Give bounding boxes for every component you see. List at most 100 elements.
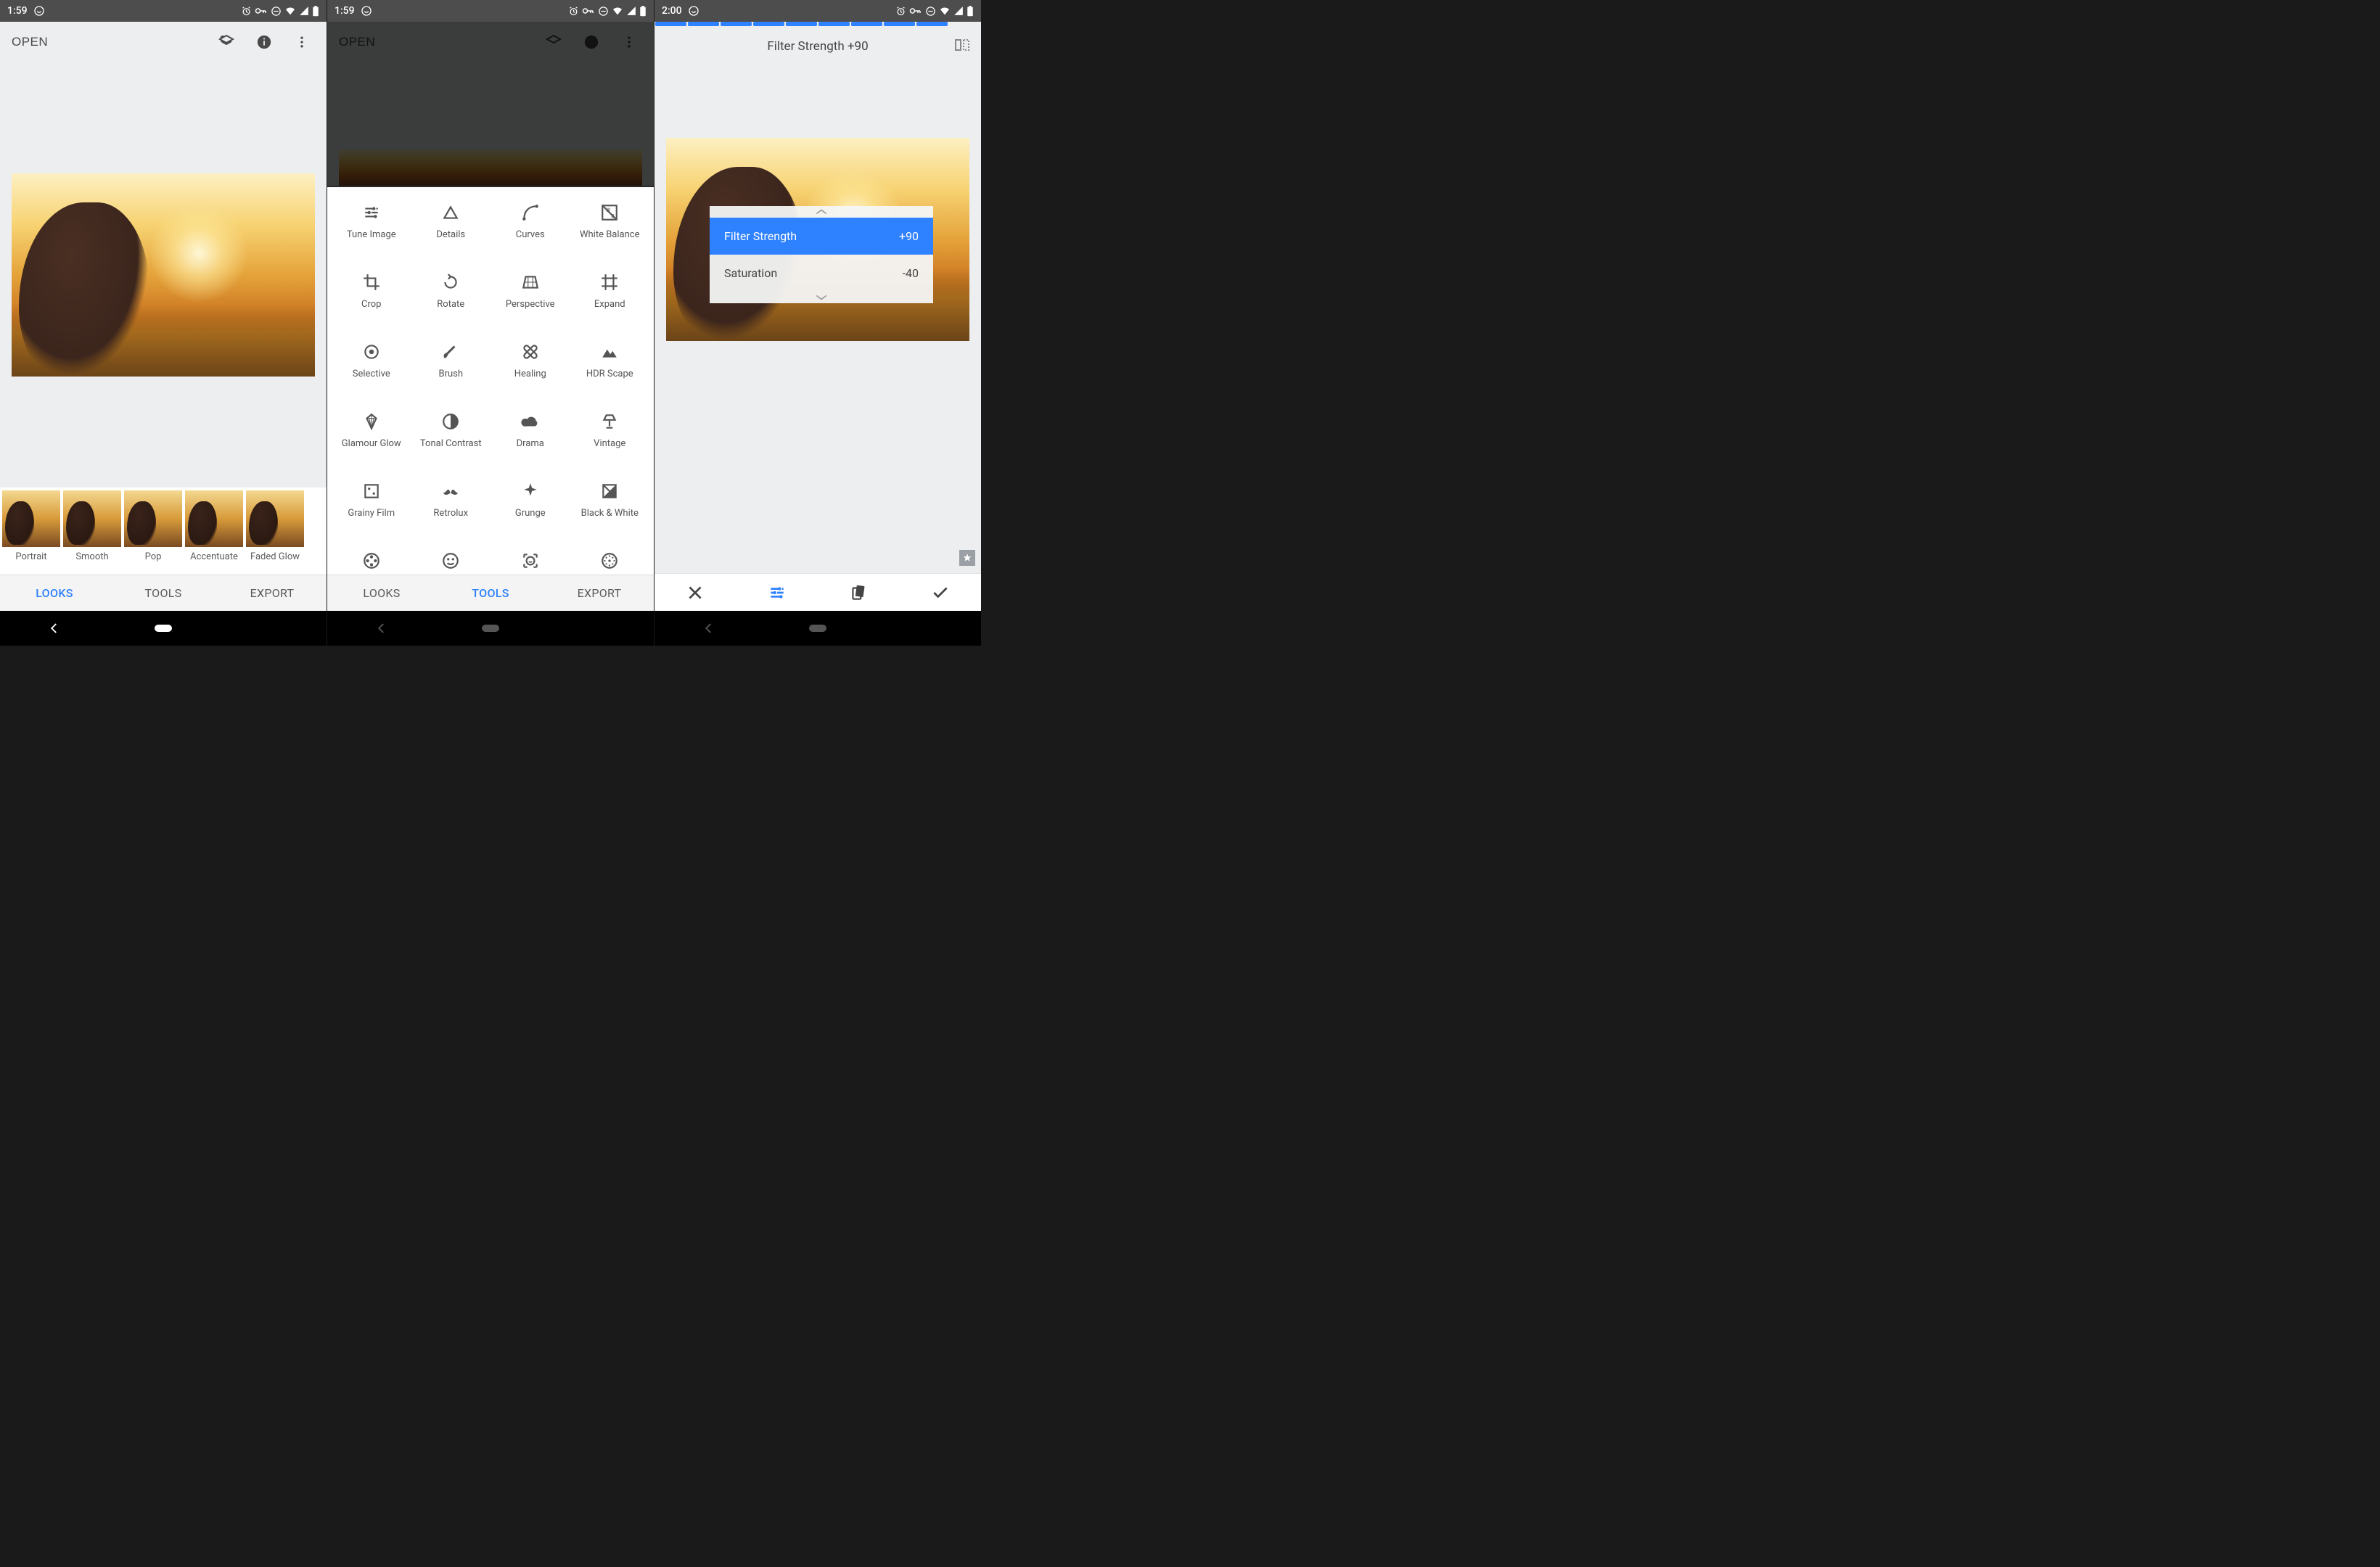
tool-white-balance[interactable]: WB White Balance: [570, 200, 650, 270]
image-preview[interactable]: Filter Strength+90Saturation-40: [654, 65, 981, 573]
nav-back[interactable]: [46, 620, 63, 637]
chevron-up-icon: [710, 206, 933, 218]
look-thumb: [2, 490, 60, 547]
wifi-icon: [612, 6, 623, 16]
param-value: -40: [903, 266, 919, 280]
tool-label: Healing: [514, 369, 546, 380]
look-item-accentuate[interactable]: Accentuate: [184, 490, 244, 575]
wifi-icon: [939, 6, 951, 16]
tool-label: Brush: [438, 369, 463, 380]
tool-tune-image[interactable]: Tune Image: [332, 200, 411, 270]
tab-looks[interactable]: LOOKS: [0, 575, 109, 611]
alarm-icon: [568, 6, 579, 17]
tool-drama[interactable]: Drama: [491, 409, 570, 479]
svg-text:W: W: [606, 207, 611, 213]
layers-button[interactable]: [213, 29, 239, 55]
tool-label: Black & White: [581, 508, 639, 519]
tool-brush[interactable]: Brush: [411, 340, 491, 409]
tab-looks[interactable]: LOOKS: [327, 575, 436, 611]
tool-grainy-film[interactable]: Grainy Film: [332, 479, 411, 548]
tab-tools[interactable]: TOOLS: [436, 575, 545, 611]
looks-strip[interactable]: Portrait Smooth Pop Accentuate Faded Glo…: [0, 488, 327, 575]
favorite-badge[interactable]: [959, 550, 975, 566]
tool-perspective[interactable]: Perspective: [491, 270, 570, 340]
tool-label: White Balance: [580, 229, 640, 241]
tool-selective[interactable]: Selective: [332, 340, 411, 409]
tool-grunge[interactable]: Grunge: [491, 479, 570, 548]
tab-export[interactable]: EXPORT: [218, 575, 327, 611]
layers-button: [541, 29, 567, 55]
look-item-faded-glow[interactable]: Faded Glow: [245, 490, 305, 575]
nav-bar: [0, 611, 327, 646]
param-row-filter-strength[interactable]: Filter Strength+90: [710, 218, 933, 255]
apply-button[interactable]: [923, 575, 958, 610]
tool-reel[interactable]: [332, 548, 411, 575]
tab-export[interactable]: EXPORT: [545, 575, 654, 611]
tool-curves[interactable]: Curves: [491, 200, 570, 270]
tab-tools[interactable]: TOOLS: [109, 575, 218, 611]
open-button[interactable]: OPEN: [12, 35, 48, 49]
tool-black-white[interactable]: Black & White: [570, 479, 650, 548]
tool-hdr-scape[interactable]: HDR Scape: [570, 340, 650, 409]
tool-retrolux[interactable]: Retrolux: [411, 479, 491, 548]
nav-recent[interactable]: [918, 620, 935, 637]
tool-details[interactable]: Details: [411, 200, 491, 270]
strength-meter: [654, 22, 981, 28]
tool-face[interactable]: [411, 548, 491, 575]
strength-segment: [688, 22, 719, 26]
alarm-icon: [895, 6, 906, 17]
dnd-icon: [925, 6, 936, 17]
battery-icon: [639, 6, 647, 17]
nav-home[interactable]: [155, 620, 172, 637]
smileframe-icon: [521, 551, 540, 570]
overflow-button[interactable]: [289, 29, 315, 55]
nav-back[interactable]: [700, 620, 718, 637]
styles-button[interactable]: [841, 575, 876, 610]
param-row-saturation[interactable]: Saturation-40: [710, 255, 933, 292]
nav-back[interactable]: [373, 620, 390, 637]
tool-expand[interactable]: Expand: [570, 270, 650, 340]
tool-tonal-contrast[interactable]: Tonal Contrast: [411, 409, 491, 479]
compare-button[interactable]: [953, 36, 971, 57]
lamp-icon: [600, 412, 619, 431]
strength-segment: [884, 22, 915, 26]
strength-segment: [949, 22, 980, 26]
cloud-icon: [521, 412, 540, 431]
nav-recent[interactable]: [263, 620, 281, 637]
clock: 2:00: [662, 5, 682, 17]
clock: 1:59: [335, 5, 355, 17]
look-item-smooth[interactable]: Smooth: [62, 490, 122, 575]
image-preview[interactable]: [0, 62, 327, 488]
tool-rotate[interactable]: Rotate: [411, 270, 491, 340]
tool-dotcircle[interactable]: [570, 548, 650, 575]
tool-healing[interactable]: Healing: [491, 340, 570, 409]
mountain-icon: [600, 342, 619, 361]
tool-label: Perspective: [506, 299, 555, 310]
nav-recent[interactable]: [591, 620, 608, 637]
tool-vintage[interactable]: Vintage: [570, 409, 650, 479]
tool-glamour-glow[interactable]: Glamour Glow: [332, 409, 411, 479]
status-bar: 1:59: [327, 0, 654, 22]
tools-panel: Tune Image Details CurvesWB White Balanc…: [327, 187, 654, 575]
wb-icon: WB: [600, 203, 619, 222]
nav-home[interactable]: [482, 620, 499, 637]
look-item-portrait[interactable]: Portrait: [1, 490, 61, 575]
param-overlay[interactable]: Filter Strength+90Saturation-40: [710, 206, 933, 303]
signal-icon: [299, 6, 309, 16]
status-bar: 1:59: [0, 0, 327, 22]
dnd-icon: [598, 6, 609, 17]
bottom-tabs: LOOKS TOOLS EXPORT: [0, 575, 327, 611]
tool-crop[interactable]: Crop: [332, 270, 411, 340]
tool-label: Crop: [361, 299, 381, 310]
look-label: Portrait: [15, 551, 46, 562]
info-button[interactable]: [251, 29, 277, 55]
tool-smileframe[interactable]: [491, 548, 570, 575]
look-label: Pop: [145, 551, 162, 562]
brush-icon: [441, 342, 460, 361]
look-item-pop[interactable]: Pop: [123, 490, 183, 575]
nav-home[interactable]: [809, 620, 826, 637]
cancel-button[interactable]: [678, 575, 713, 610]
alarm-icon: [241, 6, 252, 17]
adjust-button[interactable]: [760, 575, 795, 610]
strength-segment: [753, 22, 784, 26]
